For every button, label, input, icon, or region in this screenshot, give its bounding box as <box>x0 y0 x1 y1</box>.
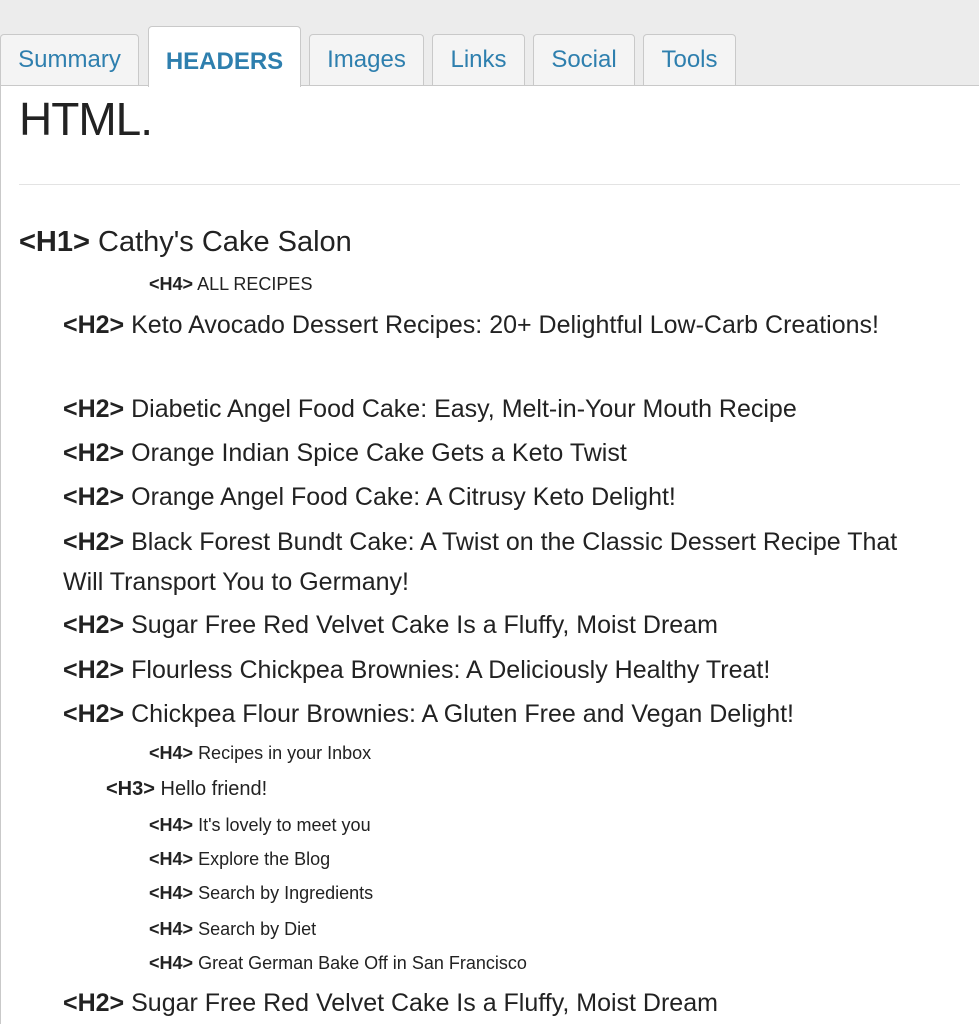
header-tag: <H2> <box>63 528 125 556</box>
tab-links[interactable]: Links <box>432 34 525 85</box>
header-tag: <H2> <box>63 395 125 423</box>
header-tag: <H2> <box>63 483 125 511</box>
header-text: Flourless Chickpea Brownies: A Delicious… <box>131 656 771 684</box>
header-text: ALL RECIPES <box>197 274 313 294</box>
header-text: Recipes in your Inbox <box>198 743 372 763</box>
header-text: Hello friend! <box>160 778 268 800</box>
header-text: Search by Ingredients <box>198 883 374 903</box>
header-h2: <H2> Flourless Chickpea Brownies: A Deli… <box>63 650 943 690</box>
header-tag: <H2> <box>63 311 125 339</box>
page-title: HTML. <box>19 93 153 145</box>
tab-summary[interactable]: Summary <box>0 34 139 85</box>
header-tag: <H2> <box>63 700 125 728</box>
divider <box>19 184 960 185</box>
header-text: Keto Avocado Dessert Recipes: 20+ Deligh… <box>131 311 879 339</box>
header-tag: <H3> <box>106 778 155 800</box>
header-text: Cathy's Cake Salon <box>98 226 352 258</box>
header-h4: <H4> Recipes in your Inbox <box>149 743 371 764</box>
header-tag: <H4> <box>149 743 194 763</box>
header-h4: <H4> ALL RECIPES <box>149 274 312 295</box>
tab-images[interactable]: Images <box>309 34 424 85</box>
headers-panel: HTML. <H1> Cathy's Cake Salon <H4> ALL R… <box>0 85 979 1024</box>
header-h4: <H4> It's lovely to meet you <box>149 815 371 836</box>
header-h4: <H4> Explore the Blog <box>149 849 330 870</box>
header-h2: <H2> Black Forest Bundt Cake: A Twist on… <box>63 522 943 602</box>
header-text: Black Forest Bundt Cake: A Twist on the … <box>63 528 898 596</box>
header-tag: <H4> <box>149 919 194 939</box>
header-h2: <H2> Sugar Free Red Velvet Cake Is a Flu… <box>63 983 943 1023</box>
header-tag: <H4> <box>149 274 194 294</box>
header-text: Great German Bake Off in San Francisco <box>198 953 527 973</box>
header-h4: <H4> Great German Bake Off in San Franci… <box>149 953 527 974</box>
header-h4: <H4> Search by Ingredients <box>149 883 373 904</box>
header-text: It's lovely to meet you <box>198 815 371 835</box>
header-h4: <H4> Search by Diet <box>149 919 316 940</box>
header-text: Orange Indian Spice Cake Gets a Keto Twi… <box>131 439 627 467</box>
header-text: Chickpea Flour Brownies: A Gluten Free a… <box>131 700 795 728</box>
header-text: Sugar Free Red Velvet Cake Is a Fluffy, … <box>131 989 718 1017</box>
header-h2: <H2> Orange Angel Food Cake: A Citrusy K… <box>63 477 943 517</box>
header-tag: <H4> <box>149 883 194 903</box>
header-text: Search by Diet <box>198 919 317 939</box>
tab-tools[interactable]: Tools <box>643 34 736 85</box>
header-text: Explore the Blog <box>198 849 331 869</box>
header-text: Orange Angel Food Cake: A Citrusy Keto D… <box>131 483 676 511</box>
tab-bar: Summary HEADERS Images Links Social Tool… <box>0 0 979 87</box>
tab-headers[interactable]: HEADERS <box>148 26 301 87</box>
header-tag: <H4> <box>149 815 194 835</box>
header-h3: <H3> Hello friend! <box>106 778 267 801</box>
header-h2: <H2> Diabetic Angel Food Cake: Easy, Mel… <box>63 389 943 429</box>
header-tag: <H1> <box>19 226 90 258</box>
header-tag: <H4> <box>149 849 194 869</box>
header-tag: <H2> <box>63 439 125 467</box>
header-h2: <H2> Orange Indian Spice Cake Gets a Ket… <box>63 433 943 473</box>
header-h2: <H2> Keto Avocado Dessert Recipes: 20+ D… <box>63 305 943 345</box>
header-h2: <H2> Sugar Free Red Velvet Cake Is a Flu… <box>63 605 943 645</box>
header-text: Diabetic Angel Food Cake: Easy, Melt-in-… <box>131 395 797 423</box>
header-h2: <H2> Chickpea Flour Brownies: A Gluten F… <box>63 694 943 734</box>
header-tag: <H2> <box>63 989 125 1017</box>
header-text: Sugar Free Red Velvet Cake Is a Fluffy, … <box>131 611 718 639</box>
tab-social[interactable]: Social <box>533 34 635 85</box>
header-tag: <H2> <box>63 656 125 684</box>
header-h1: <H1> Cathy's Cake Salon <box>19 226 352 259</box>
header-tag: <H4> <box>149 953 194 973</box>
header-tag: <H2> <box>63 611 125 639</box>
